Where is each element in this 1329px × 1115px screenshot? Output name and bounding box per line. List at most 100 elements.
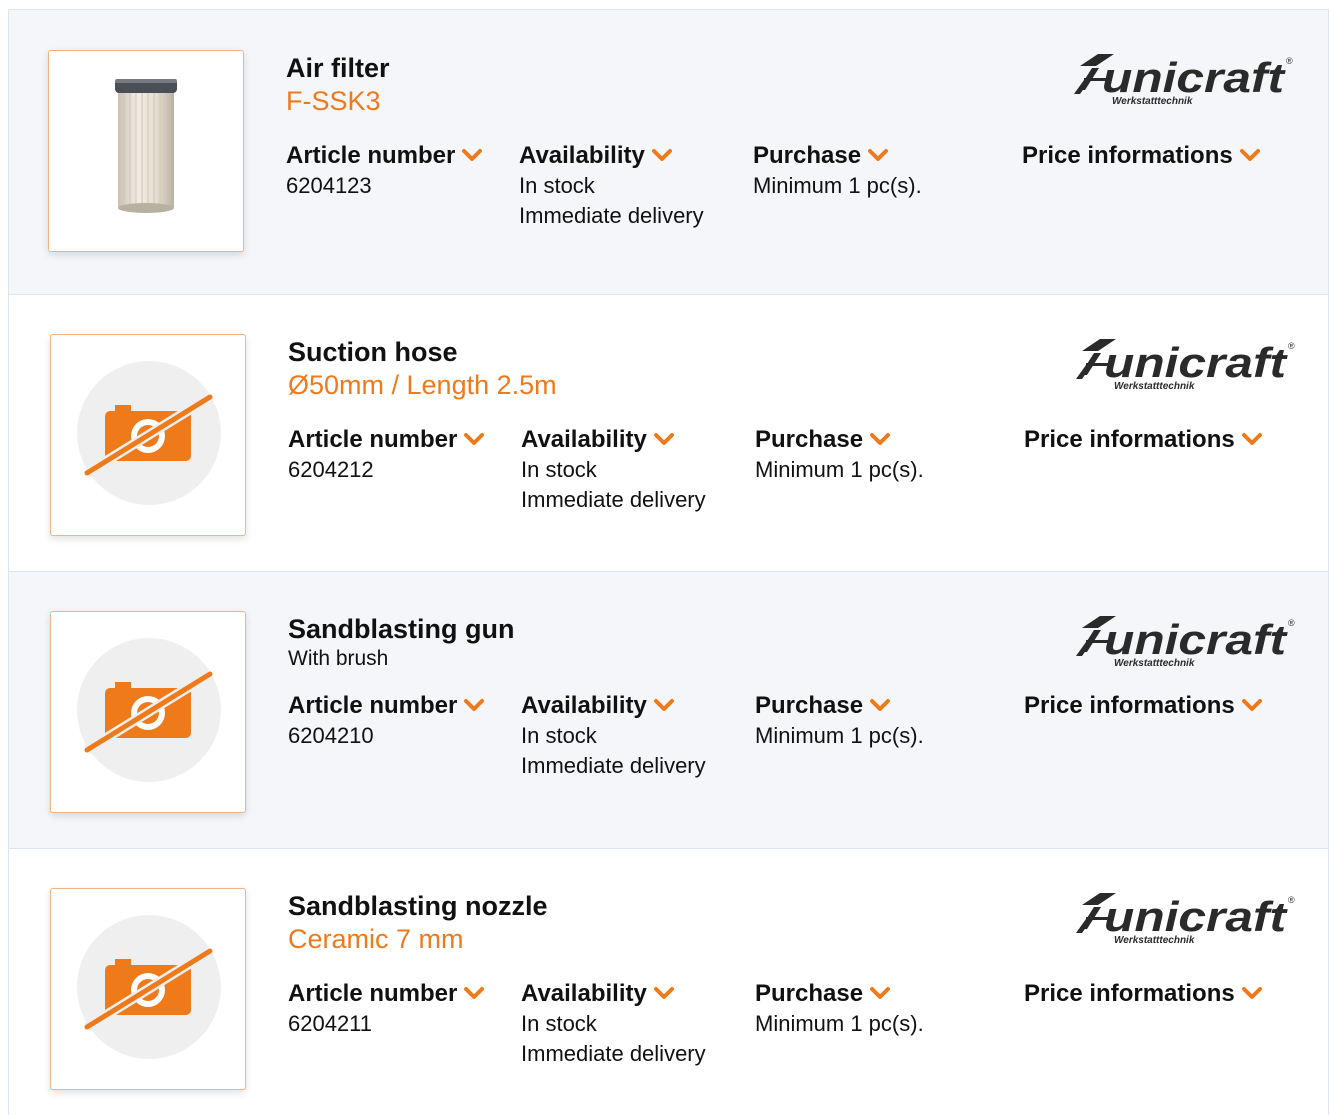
article-number-value: 6204211 bbox=[288, 1011, 373, 1036]
svg-text:®: ® bbox=[1288, 895, 1295, 905]
purchase-toggle[interactable]: Purchase bbox=[755, 425, 924, 455]
article-number-value: 6204123 bbox=[286, 173, 372, 198]
price-informations-label: Price informations bbox=[1024, 692, 1235, 719]
unicraft-logo: unicraft ® Werkstatttechnik bbox=[1076, 339, 1295, 391]
price-informations-label: Price informations bbox=[1022, 142, 1233, 169]
chevron-down-icon bbox=[1241, 987, 1262, 1000]
svg-text:unicraft: unicraft bbox=[1104, 616, 1288, 663]
purchase-minimum: Minimum 1 pc(s). bbox=[755, 457, 924, 482]
purchase-toggle[interactable]: Purchase bbox=[755, 691, 924, 721]
chevron-down-icon bbox=[1241, 699, 1262, 712]
article-number-toggle[interactable]: Article number bbox=[286, 141, 483, 171]
price-informations-label: Price informations bbox=[1024, 426, 1235, 453]
svg-text:®: ® bbox=[1286, 56, 1293, 66]
product-row: Air filter F-SSK3 Article number 6204123… bbox=[8, 9, 1329, 294]
product-name[interactable]: Air filter bbox=[286, 52, 390, 84]
svg-text:unicraft: unicraft bbox=[1102, 54, 1286, 101]
air-filter-photo bbox=[115, 79, 177, 213]
svg-text:unicraft: unicraft bbox=[1104, 893, 1288, 940]
svg-text:unicraft: unicraft bbox=[1104, 339, 1288, 386]
chevron-down-icon bbox=[653, 699, 674, 712]
product-image[interactable] bbox=[50, 611, 246, 813]
article-number-toggle[interactable]: Article number bbox=[288, 425, 485, 455]
availability-label: Availability bbox=[521, 980, 647, 1007]
product-subtitle: Ø50mm / Length 2.5m bbox=[288, 370, 557, 400]
svg-text:®: ® bbox=[1288, 341, 1295, 351]
chevron-down-icon bbox=[870, 699, 891, 712]
availability-delivery: Immediate delivery bbox=[521, 487, 706, 512]
availability-toggle[interactable]: Availability bbox=[521, 691, 706, 721]
no-image-icon bbox=[77, 361, 221, 505]
availability-toggle[interactable]: Availability bbox=[519, 141, 704, 171]
purchase-label: Purchase bbox=[753, 142, 862, 169]
purchase-toggle[interactable]: Purchase bbox=[753, 141, 922, 171]
product-image[interactable] bbox=[48, 50, 244, 252]
article-number-toggle[interactable]: Article number bbox=[288, 691, 485, 721]
svg-text:®: ® bbox=[1288, 618, 1295, 628]
chevron-down-icon bbox=[464, 433, 485, 446]
product-image[interactable] bbox=[50, 888, 246, 1090]
availability-toggle[interactable]: Availability bbox=[521, 979, 706, 1009]
chevron-down-icon bbox=[1241, 433, 1262, 446]
price-informations-toggle[interactable]: Price informations bbox=[1024, 691, 1263, 721]
price-informations-toggle[interactable]: Price informations bbox=[1024, 425, 1263, 455]
purchase-minimum: Minimum 1 pc(s). bbox=[753, 173, 922, 198]
availability-status: In stock bbox=[519, 173, 595, 198]
article-number-value: 6204210 bbox=[288, 723, 374, 748]
purchase-minimum: Minimum 1 pc(s). bbox=[755, 723, 924, 748]
price-informations-toggle[interactable]: Price informations bbox=[1022, 141, 1261, 171]
article-number-label: Article number bbox=[288, 692, 458, 719]
chevron-down-icon bbox=[464, 987, 485, 1000]
product-subtitle: F-SSK3 bbox=[286, 86, 381, 116]
unicraft-logo: unicraft ® Werkstatttechnik bbox=[1076, 893, 1295, 945]
price-informations-toggle[interactable]: Price informations bbox=[1024, 979, 1263, 1009]
availability-status: In stock bbox=[521, 457, 597, 482]
product-list: Air filter F-SSK3 Article number 6204123… bbox=[8, 9, 1329, 1115]
unicraft-logo: unicraft ® Werkstatttechnik bbox=[1076, 616, 1295, 668]
purchase-label: Purchase bbox=[755, 692, 864, 719]
article-number-toggle[interactable]: Article number bbox=[288, 979, 485, 1009]
purchase-toggle[interactable]: Purchase bbox=[755, 979, 924, 1009]
article-number-label: Article number bbox=[288, 980, 458, 1007]
product-row: Sandblasting nozzle Ceramic 7 mm Article… bbox=[8, 848, 1329, 1115]
product-name[interactable]: Sandblasting gun bbox=[288, 613, 515, 645]
purchase-label: Purchase bbox=[755, 426, 864, 453]
price-informations-label: Price informations bbox=[1024, 980, 1235, 1007]
product-name[interactable]: Suction hose bbox=[288, 336, 557, 368]
availability-status: In stock bbox=[521, 1011, 597, 1036]
chevron-down-icon bbox=[653, 433, 674, 446]
chevron-down-icon bbox=[462, 149, 483, 162]
product-subtitle: Ceramic 7 mm bbox=[288, 924, 464, 954]
product-row: Suction hose Ø50mm / Length 2.5m Article… bbox=[8, 294, 1329, 571]
article-number-value: 6204212 bbox=[288, 457, 374, 482]
availability-delivery: Immediate delivery bbox=[519, 203, 704, 228]
purchase-label: Purchase bbox=[755, 980, 864, 1007]
chevron-down-icon bbox=[653, 987, 674, 1000]
no-image-icon bbox=[77, 915, 221, 1059]
svg-text:Werkstatttechnik: Werkstatttechnik bbox=[1112, 96, 1193, 106]
availability-status: In stock bbox=[521, 723, 597, 748]
product-image[interactable] bbox=[50, 334, 246, 536]
availability-delivery: Immediate delivery bbox=[521, 753, 706, 778]
chevron-down-icon bbox=[464, 699, 485, 712]
svg-text:Werkstatttechnik: Werkstatttechnik bbox=[1114, 381, 1195, 391]
product-subtitle: With brush bbox=[288, 647, 389, 670]
chevron-down-icon bbox=[870, 433, 891, 446]
unicraft-logo: unicraft ® Werkstatttechnik bbox=[1074, 54, 1293, 106]
article-number-label: Article number bbox=[288, 426, 458, 453]
product-row: Sandblasting gun With brush Article numb… bbox=[8, 571, 1329, 848]
availability-label: Availability bbox=[521, 692, 647, 719]
purchase-minimum: Minimum 1 pc(s). bbox=[755, 1011, 924, 1036]
chevron-down-icon bbox=[651, 149, 672, 162]
availability-toggle[interactable]: Availability bbox=[521, 425, 706, 455]
chevron-down-icon bbox=[868, 149, 889, 162]
product-name[interactable]: Sandblasting nozzle bbox=[288, 890, 548, 922]
chevron-down-icon bbox=[1239, 149, 1260, 162]
availability-delivery: Immediate delivery bbox=[521, 1041, 706, 1066]
no-image-icon bbox=[77, 638, 221, 782]
svg-text:Werkstatttechnik: Werkstatttechnik bbox=[1114, 935, 1195, 945]
availability-label: Availability bbox=[519, 142, 645, 169]
availability-label: Availability bbox=[521, 426, 647, 453]
article-number-label: Article number bbox=[286, 142, 456, 169]
chevron-down-icon bbox=[870, 987, 891, 1000]
